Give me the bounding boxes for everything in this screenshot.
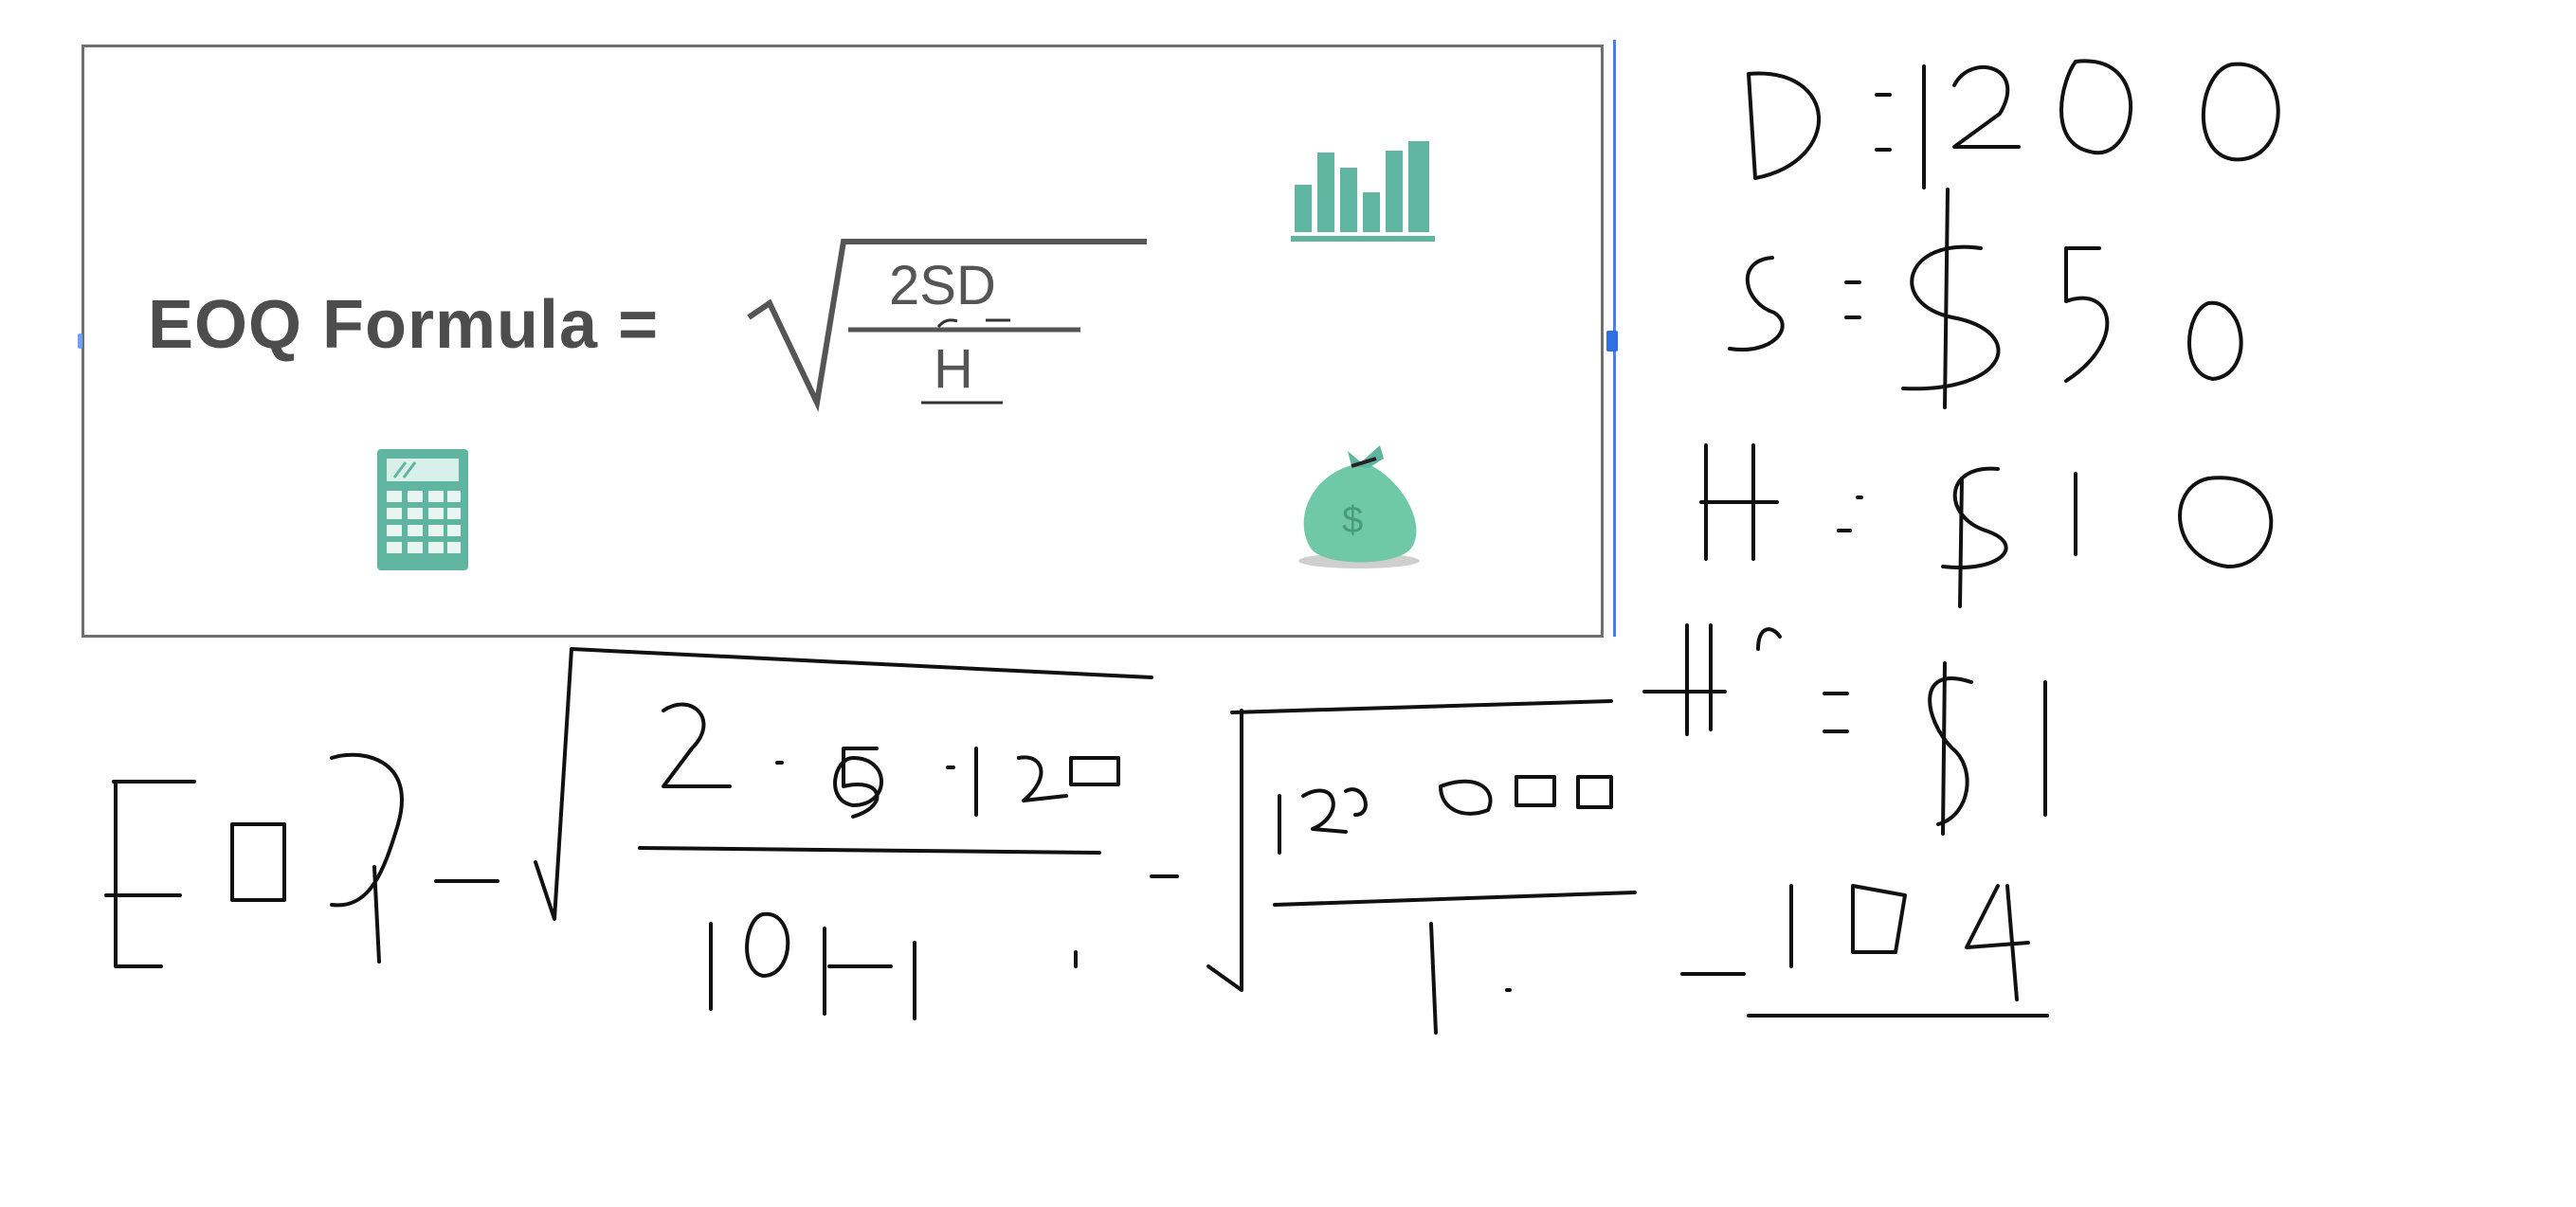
bar-chart-icon bbox=[1291, 141, 1435, 242]
whiteboard-canvas[interactable]: EOQ Formula = 2SD H $ bbox=[0, 0, 2576, 1207]
handwritten-working bbox=[104, 647, 2049, 1035]
money-bag-icon: $ bbox=[1298, 445, 1420, 568]
given-hc bbox=[1642, 623, 2047, 836]
svg-text:$: $ bbox=[1342, 499, 1363, 541]
given-holding-cost bbox=[1699, 443, 2274, 608]
resize-handle-left[interactable] bbox=[78, 333, 82, 349]
formula-denominator: H bbox=[934, 338, 973, 400]
given-demand bbox=[1747, 59, 2280, 189]
given-setup-cost bbox=[1728, 188, 2243, 409]
calculator-icon bbox=[377, 449, 468, 570]
formula-numerator: 2SD bbox=[889, 255, 996, 316]
resize-handle-right[interactable] bbox=[1606, 331, 1618, 351]
formula-title: EOQ Formula = bbox=[148, 287, 660, 363]
